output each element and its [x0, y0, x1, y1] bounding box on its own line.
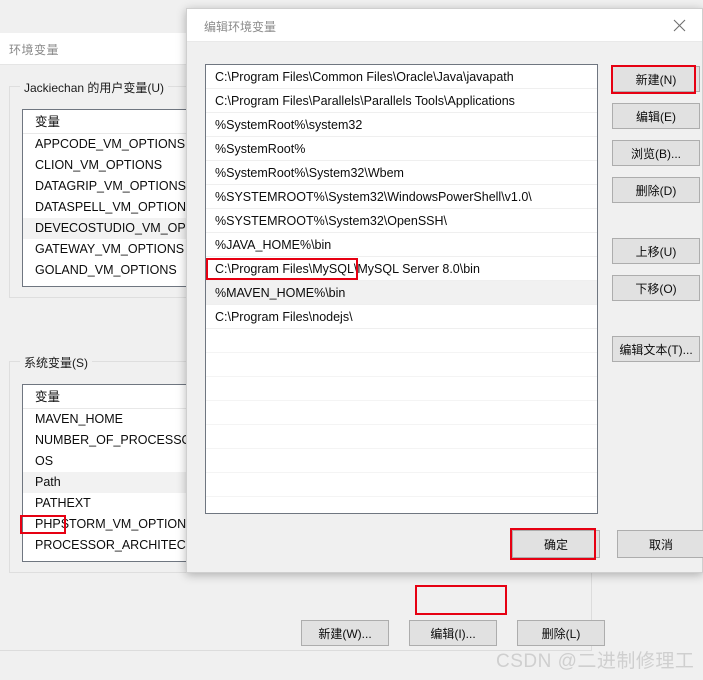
path-entry-empty-row[interactable]: [206, 377, 597, 401]
side-button-gap: [612, 312, 694, 336]
path-entry-empty-row[interactable]: [206, 449, 597, 473]
side-button-slot: 浏览(B)...: [612, 140, 694, 166]
close-icon[interactable]: [657, 9, 702, 41]
path-entry-empty-row[interactable]: [206, 473, 597, 497]
side-button-slot: 下移(O): [612, 275, 694, 301]
edit-dialog-side-buttons: 新建(N) 编辑(E) 浏览(B)... 删除(D) 上移(U) 下移(O) 编辑文本(T)…: [612, 66, 694, 373]
path-entry-row[interactable]: %MAVEN_HOME%\bin: [206, 281, 597, 305]
system-variables-button-row: 新建(W)... 编辑(I)... 删除(L): [301, 620, 605, 646]
system-variables-group-label: 系统变量(S): [20, 354, 92, 371]
path-entry-row[interactable]: C:\Program Files\Parallels\Parallels Too…: [206, 89, 597, 113]
path-entry-empty-row[interactable]: [206, 401, 597, 425]
environment-variables-title: 环境变量: [9, 41, 59, 58]
path-entries-listbox[interactable]: C:\Program Files\Common Files\Oracle\Jav…: [205, 64, 598, 514]
side-button-编辑E[interactable]: 编辑(E): [612, 103, 700, 129]
screenshot-root: 环境变量 Jackiechan 的用户变量(U) 变量 APPCODE_VM_O…: [0, 0, 703, 680]
path-entry-row[interactable]: %JAVA_HOME%\bin: [206, 233, 597, 257]
path-entry-empty-row[interactable]: [206, 329, 597, 353]
path-entry-row[interactable]: %SystemRoot%\System32\Wbem: [206, 161, 597, 185]
path-entry-row[interactable]: %SystemRoot%: [206, 137, 597, 161]
side-button-编辑文本T[interactable]: 编辑文本(T)...: [612, 336, 700, 362]
system-variable-button-删除L[interactable]: 删除(L): [517, 620, 605, 646]
path-entry-row[interactable]: C:\Program Files\nodejs\: [206, 305, 597, 329]
path-entry-empty-row[interactable]: [206, 353, 597, 377]
user-variables-group-label: Jackiechan 的用户变量(U): [20, 79, 168, 96]
path-entries-rows: C:\Program Files\Common Files\Oracle\Jav…: [206, 65, 597, 497]
side-button-上移U[interactable]: 上移(U): [612, 238, 700, 264]
side-button-slot: 新建(N): [612, 66, 694, 92]
side-button-slot: 编辑文本(T)...: [612, 336, 694, 362]
path-entry-row[interactable]: %SystemRoot%\system32: [206, 113, 597, 137]
edit-dialog-titlebar: 编辑环境变量: [187, 9, 702, 42]
edit-dialog-button-取消[interactable]: 取消: [617, 530, 703, 558]
side-button-浏览B[interactable]: 浏览(B)...: [612, 140, 700, 166]
edit-dialog-button-确定[interactable]: 确定: [512, 530, 600, 558]
edit-environment-variable-dialog: 编辑环境变量 C:\Program Files\Common Files\Ora…: [186, 8, 703, 573]
side-button-删除D[interactable]: 删除(D): [612, 177, 700, 203]
path-entry-row[interactable]: %SYSTEMROOT%\System32\WindowsPowerShell\…: [206, 185, 597, 209]
path-entry-empty-row[interactable]: [206, 425, 597, 449]
side-button-slot: 编辑(E): [612, 103, 694, 129]
path-entry-row[interactable]: %SYSTEMROOT%\System32\OpenSSH\: [206, 209, 597, 233]
edit-dialog-bottom-buttons: 确定取消: [512, 530, 703, 558]
side-button-下移O[interactable]: 下移(O): [612, 275, 700, 301]
side-button-slot: 删除(D): [612, 177, 694, 203]
edit-dialog-title: 编辑环境变量: [204, 18, 276, 35]
side-button-slot: 上移(U): [612, 238, 694, 264]
path-entry-row[interactable]: C:\Program Files\MySQL\MySQL Server 8.0\…: [206, 257, 597, 281]
side-button-gap: [612, 214, 694, 238]
system-variable-button-编辑I[interactable]: 编辑(I)...: [409, 620, 497, 646]
system-variable-button-新建W[interactable]: 新建(W)...: [301, 620, 389, 646]
side-button-新建N[interactable]: 新建(N): [612, 66, 700, 92]
path-entry-row[interactable]: C:\Program Files\Common Files\Oracle\Jav…: [206, 65, 597, 89]
